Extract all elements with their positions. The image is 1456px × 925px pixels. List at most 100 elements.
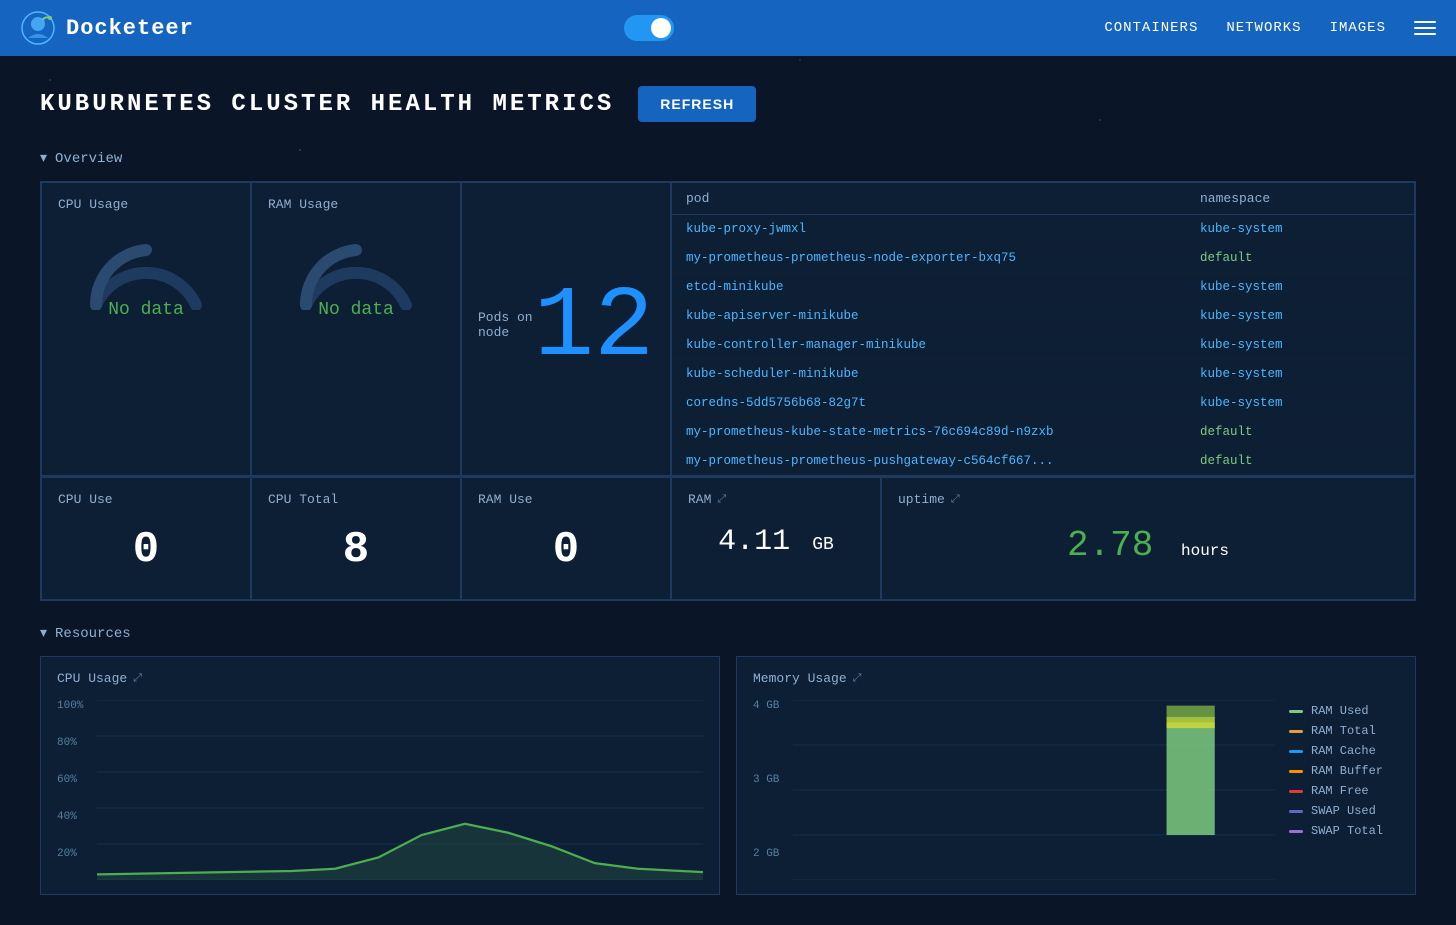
pod-row: kube-proxy-jwmxlkube-system bbox=[672, 215, 1414, 244]
cpu-use-card: CPU Use 0 bbox=[41, 477, 251, 600]
legend-item: SWAP Total bbox=[1289, 824, 1399, 838]
cpu-total-card: CPU Total 8 bbox=[251, 477, 461, 600]
legend-label: RAM Total bbox=[1311, 724, 1376, 738]
toggle-container[interactable] bbox=[624, 15, 674, 41]
resources-section-header[interactable]: ▾ Resources bbox=[40, 625, 1416, 642]
resources-chevron-icon: ▾ bbox=[40, 625, 47, 642]
legend-color bbox=[1289, 790, 1303, 793]
resources-label: Resources bbox=[55, 626, 131, 642]
pod-row: my-prometheus-prometheus-node-exporter-b… bbox=[672, 244, 1414, 273]
legend-color bbox=[1289, 710, 1303, 713]
cpu-usage-card: CPU Usage No data bbox=[41, 182, 251, 476]
memory-bar-chart bbox=[793, 700, 1275, 880]
pod-namespace: kube-system bbox=[1200, 367, 1400, 381]
theme-toggle[interactable] bbox=[624, 15, 674, 41]
legend-color bbox=[1289, 750, 1303, 753]
pod-name: kube-controller-manager-minikube bbox=[686, 338, 1200, 352]
legend-item: RAM Total bbox=[1289, 724, 1399, 738]
nav-images[interactable]: IMAGES bbox=[1330, 20, 1386, 36]
pod-name: etcd-minikube bbox=[686, 280, 1200, 294]
pods-count: 12 bbox=[534, 279, 654, 379]
legend-item: RAM Cache bbox=[1289, 744, 1399, 758]
legend-label: RAM Buffer bbox=[1311, 764, 1383, 778]
nav-containers[interactable]: CONTAINERS bbox=[1104, 20, 1198, 36]
nav-networks[interactable]: NETWORKS bbox=[1226, 20, 1301, 36]
uptime-value: 2.78 hours bbox=[898, 515, 1398, 576]
pod-name: my-prometheus-kube-state-metrics-76c694c… bbox=[686, 425, 1200, 439]
ram-use-card: RAM Use 0 bbox=[461, 477, 671, 600]
legend-color bbox=[1289, 830, 1303, 833]
hamburger-line-2 bbox=[1414, 27, 1436, 29]
pod-name: my-prometheus-prometheus-pushgateway-c56… bbox=[686, 454, 1200, 468]
pods-list-body: kube-proxy-jwmxlkube-systemmy-prometheus… bbox=[672, 215, 1414, 475]
page-title: KUBURNETES CLUSTER HEALTH METRICS bbox=[40, 91, 614, 118]
pod-namespace: default bbox=[1200, 454, 1400, 468]
pod-namespace: kube-system bbox=[1200, 222, 1400, 236]
cpu-chart-expand-icon: ⤢ bbox=[133, 673, 142, 685]
pod-row: kube-controller-manager-minikubekube-sys… bbox=[672, 331, 1414, 360]
cpu-total-title: CPU Total bbox=[268, 492, 444, 507]
pod-namespace: kube-system bbox=[1200, 309, 1400, 323]
ram-no-data: No data bbox=[318, 300, 394, 320]
memory-chart-title: Memory Usage ⤢ bbox=[753, 671, 1399, 686]
memory-chart-card: Memory Usage ⤢ 4 GB 3 GB 2 GB bbox=[736, 656, 1416, 895]
memory-y-labels: 4 GB 3 GB 2 GB bbox=[753, 700, 791, 860]
ram-usage-card: RAM Usage No data bbox=[251, 182, 461, 476]
hamburger-menu[interactable] bbox=[1414, 21, 1436, 35]
uptime-card: uptime ⤢ 2.78 hours bbox=[881, 477, 1415, 600]
pod-col-header: pod bbox=[686, 191, 1200, 206]
cpu-chart-card: CPU Usage ⤢ 100% 80% 60% 40% 20% bbox=[40, 656, 720, 895]
pod-namespace: default bbox=[1200, 425, 1400, 439]
legend-label: SWAP Total bbox=[1311, 824, 1383, 838]
legend-label: RAM Used bbox=[1311, 704, 1369, 718]
hamburger-line-3 bbox=[1414, 33, 1436, 35]
ram-total-card: RAM ⤢ 4.11 GB bbox=[671, 477, 881, 600]
memory-chart-area: 4 GB 3 GB 2 GB bbox=[753, 700, 1399, 880]
uptime-expand-icon: ⤢ bbox=[951, 494, 960, 506]
ram-gauge-container: No data bbox=[268, 220, 444, 330]
pod-namespace: kube-system bbox=[1200, 338, 1400, 352]
memory-legend: RAM UsedRAM TotalRAM CacheRAM BufferRAM … bbox=[1289, 700, 1399, 838]
pod-row: kube-scheduler-minikubekube-system bbox=[672, 360, 1414, 389]
cpu-y-labels: 100% 80% 60% 40% 20% bbox=[57, 700, 95, 860]
namespace-col-header: namespace bbox=[1200, 191, 1400, 206]
pod-row: my-prometheus-prometheus-pushgateway-c56… bbox=[672, 447, 1414, 475]
resources-row: CPU Usage ⤢ 100% 80% 60% 40% 20% bbox=[40, 656, 1416, 895]
nav-links: CONTAINERS NETWORKS IMAGES bbox=[1104, 20, 1436, 36]
refresh-button[interactable]: REFRESH bbox=[638, 86, 756, 122]
overview-section-header[interactable]: ▾ Overview bbox=[40, 150, 1416, 167]
page-header: KUBURNETES CLUSTER HEALTH METRICS REFRES… bbox=[40, 86, 1416, 122]
cpu-use-value: 0 bbox=[58, 515, 234, 585]
ram-use-title: RAM Use bbox=[478, 492, 654, 507]
cpu-usage-title: CPU Usage bbox=[58, 197, 234, 212]
pod-namespace: kube-system bbox=[1200, 280, 1400, 294]
uptime-title: uptime ⤢ bbox=[898, 492, 1398, 507]
expand-icon: ⤢ bbox=[717, 494, 726, 506]
ram-gauge-svg bbox=[291, 230, 421, 310]
pod-row: etcd-minikubekube-system bbox=[672, 273, 1414, 302]
cpu-chart-title: CPU Usage ⤢ bbox=[57, 671, 703, 686]
overview-row: CPU Usage No data RAM Usage No data bbox=[40, 181, 1416, 477]
pods-on-node-card: Pods on node 12 bbox=[461, 182, 671, 476]
pod-namespace: kube-system bbox=[1200, 396, 1400, 410]
legend-color bbox=[1289, 810, 1303, 813]
hamburger-line-1 bbox=[1414, 21, 1436, 23]
toggle-knob bbox=[651, 18, 671, 38]
main-content: KUBURNETES CLUSTER HEALTH METRICS REFRES… bbox=[0, 56, 1456, 925]
pod-row: my-prometheus-kube-state-metrics-76c694c… bbox=[672, 418, 1414, 447]
memory-bar-area bbox=[793, 700, 1275, 880]
cpu-chart-area: 100% 80% 60% 40% 20% bbox=[57, 700, 703, 880]
app-title: Docketeer bbox=[66, 16, 194, 41]
navbar: Docketeer CONTAINERS NETWORKS IMAGES bbox=[0, 0, 1456, 56]
cpu-chart-canvas bbox=[97, 700, 703, 880]
pod-namespace: default bbox=[1200, 251, 1400, 265]
cpu-gauge-svg bbox=[81, 230, 211, 310]
pods-list-card: pod namespace kube-proxy-jwmxlkube-syste… bbox=[671, 182, 1415, 476]
legend-item: SWAP Used bbox=[1289, 804, 1399, 818]
pod-name: kube-proxy-jwmxl bbox=[686, 222, 1200, 236]
ram-total-value: 4.11 GB bbox=[688, 515, 864, 569]
pods-on-node-title: Pods on node bbox=[478, 310, 534, 340]
cpu-use-title: CPU Use bbox=[58, 492, 234, 507]
cpu-total-value: 8 bbox=[268, 515, 444, 585]
memory-chart-inner: 4 GB 3 GB 2 GB bbox=[753, 700, 1275, 880]
